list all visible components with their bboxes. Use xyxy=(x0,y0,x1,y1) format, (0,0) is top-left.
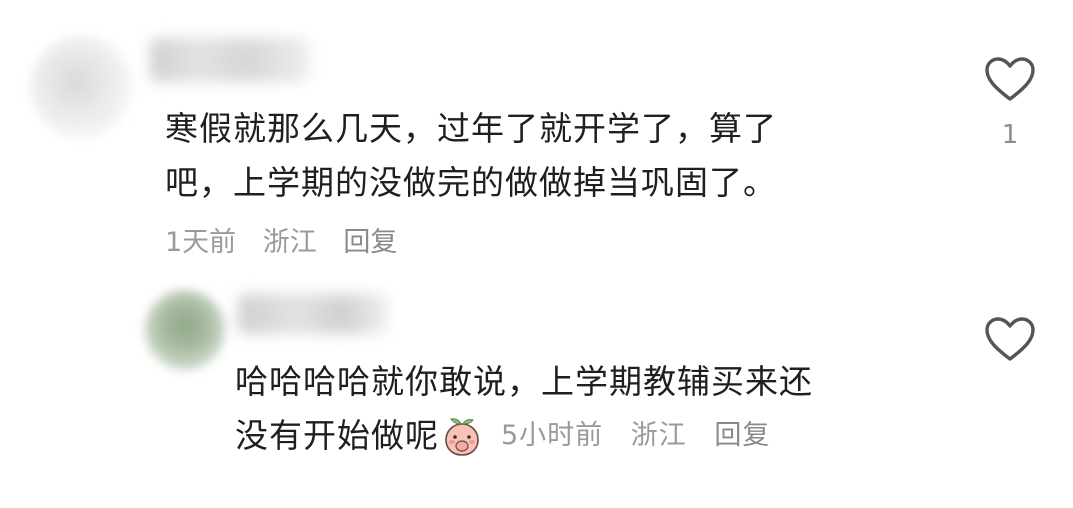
comment-line: 没有开始做呢 xyxy=(235,416,439,455)
comment-line-with-meta: 没有开始做呢 5小时前 浙江 回复 xyxy=(235,409,813,463)
heart-icon[interactable] xyxy=(980,56,1040,106)
peach-emoji-icon xyxy=(441,415,483,457)
heart-icon[interactable] xyxy=(980,316,1040,366)
avatar[interactable] xyxy=(30,36,132,138)
comment-line: 寒假就那么几天，过年了就开学了，算了 xyxy=(165,109,777,148)
comment-location: 浙江 xyxy=(262,227,317,258)
comment-meta: 1天前 浙江 回复 xyxy=(165,220,415,259)
like-control xyxy=(980,316,1040,366)
comment-location: 浙江 xyxy=(630,420,687,451)
like-control: 1 xyxy=(980,56,1040,150)
comment-line: 哈哈哈哈就你敢说，上学期教辅买来还 xyxy=(235,362,813,401)
comment-time: 1天前 xyxy=(165,227,237,258)
comment-time: 5小时前 xyxy=(501,420,604,451)
comment-meta: 5小时前 浙江 回复 xyxy=(501,409,788,463)
comment-text: 寒假就那么几天，过年了就开学了，算了 吧，上学期的没做完的做做掉当巩固了。 xyxy=(165,102,777,210)
reply-button[interactable]: 回复 xyxy=(714,420,770,451)
like-count: 1 xyxy=(1001,120,1019,150)
username-blurred[interactable] xyxy=(150,38,310,82)
avatar[interactable] xyxy=(145,290,225,370)
username-blurred[interactable] xyxy=(238,294,388,334)
reply-button[interactable]: 回复 xyxy=(343,227,397,258)
comment-text: 哈哈哈哈就你敢说，上学期教辅买来还 没有开始做呢 5小时前 浙江 回复 xyxy=(235,355,813,463)
comment-line: 吧，上学期的没做完的做做掉当巩固了。 xyxy=(165,163,777,202)
